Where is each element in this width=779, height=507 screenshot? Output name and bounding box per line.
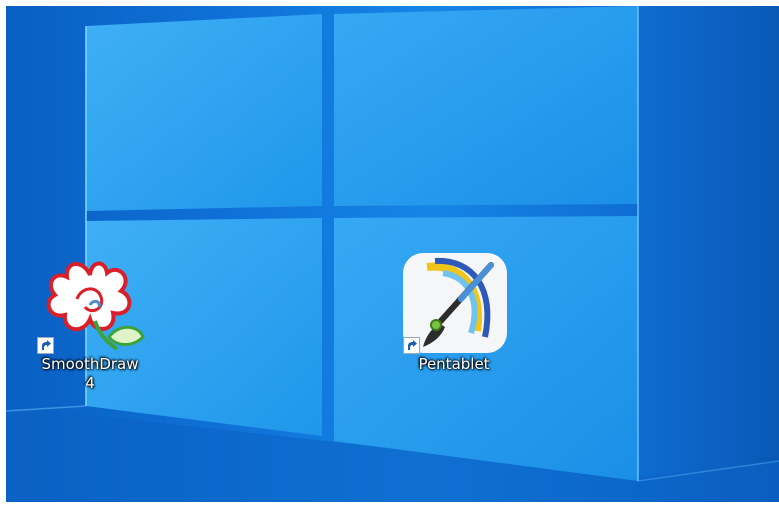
desktop[interactable]: SmoothDraw 4 Pentablet [6, 6, 779, 502]
desktop-icon-smoothdraw[interactable]: SmoothDraw 4 [35, 253, 145, 393]
icon-label: Pentablet [418, 355, 490, 373]
icon-label-line1: SmoothDraw [41, 355, 139, 373]
shortcut-arrow-icon [403, 337, 420, 354]
window-pane-top-right [334, 6, 638, 206]
desktop-icon-pentablet[interactable]: Pentablet [399, 253, 509, 374]
window-pane-top-left [86, 14, 322, 211]
icon-label-line2: 4 [85, 374, 95, 392]
shortcut-arrow-icon [37, 337, 54, 354]
screenshot-frame: SmoothDraw 4 Pentablet [0, 0, 779, 507]
smoothdraw-flower-icon [35, 253, 145, 354]
pentablet-brush-icon [399, 253, 509, 354]
